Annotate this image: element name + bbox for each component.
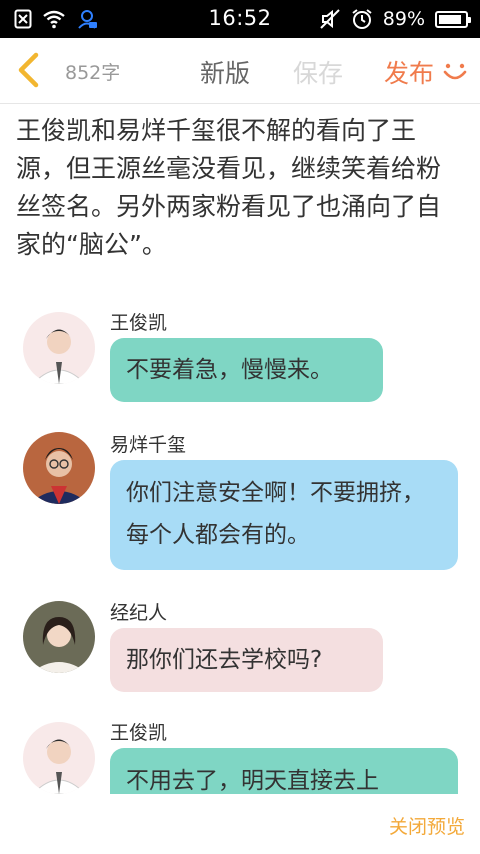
sender-name: 王俊凯 (110, 312, 168, 334)
avatar[interactable] (23, 312, 95, 384)
story-paragraph: 王俊凯和易烊千玺很不解的看向了王源，但王源丝毫没看见，继续笑着给粉丝签名。另外两… (16, 116, 442, 259)
message-bubble: 那你们还去学校吗? (110, 628, 383, 692)
word-count: 852字 (65, 62, 121, 84)
message-bubble: 你们注意安全啊！不要拥挤，每个人都会有的。 (110, 460, 458, 570)
save-button[interactable]: 保存 (293, 54, 343, 90)
chat-message: 王俊凯 不用去了，明天直接去上 (0, 718, 480, 794)
battery-icon (435, 10, 471, 28)
avatar[interactable] (23, 432, 95, 504)
emoji-button[interactable] (442, 58, 468, 84)
chat-message: 王俊凯 不要着急，慢慢来。 (0, 308, 480, 408)
battery-fill (439, 14, 462, 24)
status-bar: 16:52 89% (0, 0, 480, 38)
editor-toolbar: 852字 新版 保存 发布 (0, 38, 480, 104)
message-bubble: 不要着急，慢慢来。 (110, 338, 383, 402)
status-icons-right: 89% (319, 8, 471, 30)
avatar[interactable] (23, 722, 95, 794)
battery-percent: 89% (382, 8, 425, 30)
sender-name: 易烊千玺 (110, 434, 187, 456)
message-bubble: 不用去了，明天直接去上 (110, 748, 458, 794)
sender-name: 王俊凯 (110, 722, 168, 744)
chat-message: 易烊千玺 你们注意安全啊！不要拥挤，每个人都会有的。 (0, 430, 480, 580)
sender-name: 经纪人 (110, 602, 168, 624)
chat-message: 经纪人 那你们还去学校吗? (0, 598, 480, 698)
bottom-bar: 关闭预览 (0, 794, 480, 854)
back-button[interactable] (10, 50, 50, 90)
preview-content[interactable]: 王俊凯和易烊千玺很不解的看向了王源，但王源丝毫没看见，继续笑着给粉丝签名。另外两… (0, 104, 480, 794)
avatar[interactable] (23, 601, 95, 673)
alarm-icon (352, 9, 372, 29)
new-version-button[interactable]: 新版 (200, 54, 250, 90)
publish-button[interactable]: 发布 (384, 54, 434, 90)
smile-icon (443, 63, 467, 80)
close-preview-button[interactable]: 关闭预览 (389, 812, 465, 839)
chevron-left-icon (18, 52, 39, 88)
mute-icon (320, 9, 340, 29)
